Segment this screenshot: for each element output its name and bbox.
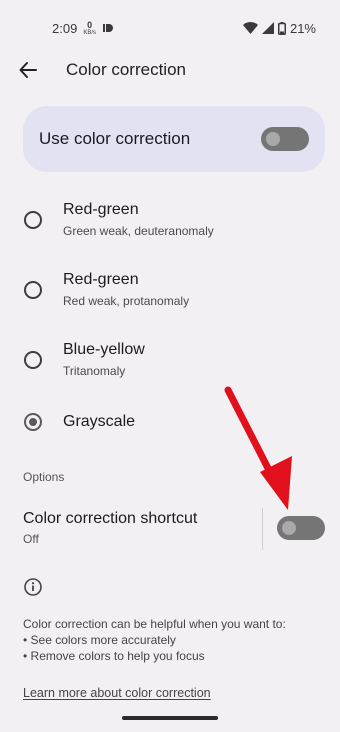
wifi-icon bbox=[242, 22, 258, 34]
status-time: 2:09 bbox=[52, 20, 78, 36]
info-icon bbox=[24, 578, 42, 596]
arrow-left-icon bbox=[19, 62, 37, 78]
info-bullet: • See colors more accurately bbox=[23, 633, 176, 647]
radio-button[interactable] bbox=[24, 281, 42, 299]
page-title: Color correction bbox=[66, 60, 186, 79]
mode-option-protanomaly[interactable]: Red-green Red weak, protanomaly bbox=[0, 255, 340, 325]
battery-level: 21% bbox=[289, 20, 316, 36]
mode-subtitle: Tritanomaly bbox=[63, 364, 126, 378]
toggle-knob bbox=[282, 521, 296, 535]
toggle-knob bbox=[266, 132, 280, 146]
info-bullet: • Remove colors to help you focus bbox=[23, 649, 205, 663]
annotation-arrow-icon bbox=[224, 386, 292, 510]
net-speed-unit: KB/s bbox=[83, 29, 96, 36]
shortcut-status: Off bbox=[23, 532, 39, 546]
net-speed-indicator: 0 KB/s bbox=[83, 19, 96, 36]
battery-icon bbox=[277, 21, 286, 35]
use-color-correction-card[interactable]: Use color correction bbox=[23, 106, 325, 172]
mode-subtitle: Green weak, deuteranomaly bbox=[63, 224, 214, 238]
mode-title: Red-green bbox=[63, 271, 139, 288]
home-indicator[interactable] bbox=[122, 716, 218, 720]
back-button[interactable] bbox=[8, 50, 48, 90]
mode-title: Blue-yellow bbox=[63, 341, 145, 358]
mode-title: Red-green bbox=[63, 201, 139, 218]
mode-subtitle: Red weak, protanomaly bbox=[63, 294, 190, 308]
data-saver-icon bbox=[102, 24, 113, 32]
radio-button-selected[interactable] bbox=[24, 413, 42, 431]
cell-signal-icon bbox=[261, 22, 274, 34]
learn-more-link[interactable]: Learn more about color correction bbox=[23, 686, 211, 700]
options-section-header: Options bbox=[23, 470, 65, 484]
shortcut-title: Color correction shortcut bbox=[23, 510, 198, 527]
use-color-correction-toggle[interactable] bbox=[261, 127, 309, 151]
info-intro: Color correction can be helpful when you… bbox=[23, 617, 286, 631]
use-color-correction-label: Use color correction bbox=[39, 129, 191, 148]
mode-title: Grayscale bbox=[63, 413, 136, 430]
radio-button[interactable] bbox=[24, 351, 42, 369]
net-speed-value: 0 bbox=[87, 19, 93, 30]
mode-option-tritanomaly[interactable]: Blue-yellow Tritanomaly bbox=[0, 325, 340, 395]
status-bar: 2:09 0 KB/s 21% bbox=[0, 0, 340, 56]
mode-option-deuteranomaly[interactable]: Red-green Green weak, deuteranomaly bbox=[0, 185, 340, 255]
shortcut-toggle[interactable] bbox=[277, 516, 325, 540]
info-text: Color correction can be helpful when you… bbox=[23, 616, 286, 664]
radio-button[interactable] bbox=[24, 211, 42, 229]
top-app-bar: Color correction bbox=[0, 50, 340, 90]
